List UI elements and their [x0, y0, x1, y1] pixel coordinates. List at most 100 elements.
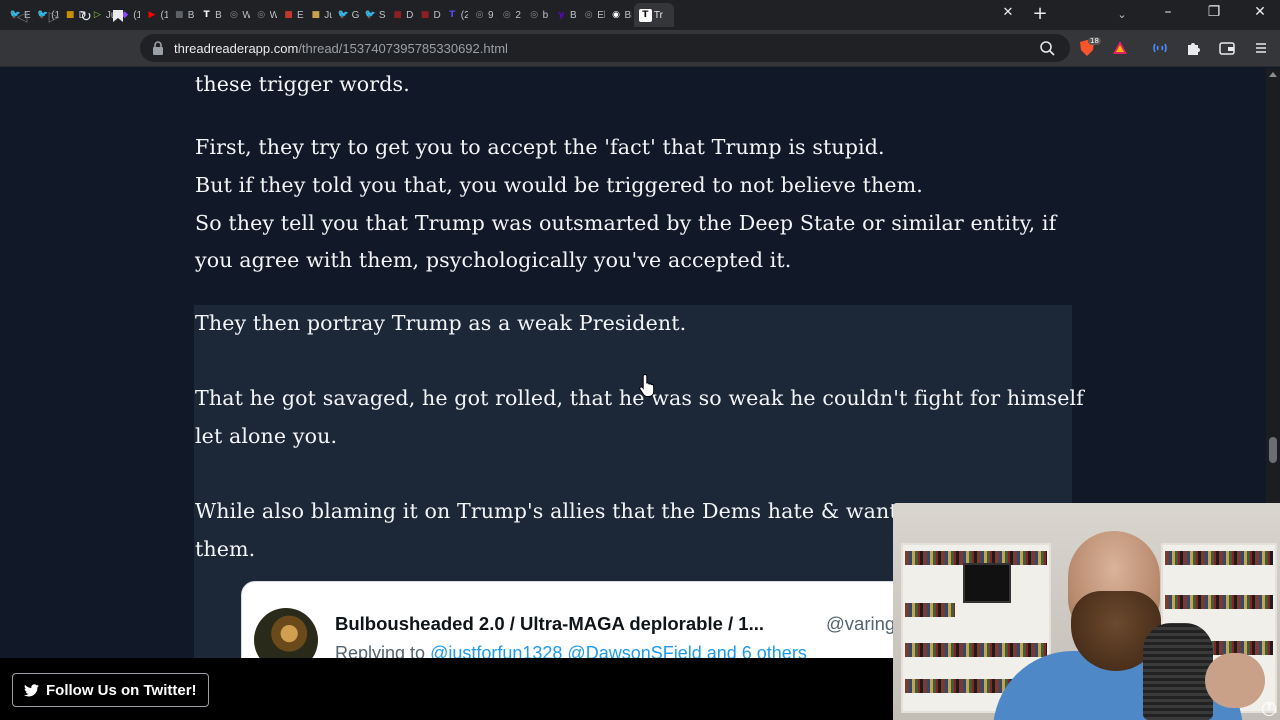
thread-text-line: you agree with them, psychologically you…: [195, 248, 792, 272]
yahoo-icon: y: [558, 10, 565, 20]
threadreader-icon: T: [638, 8, 652, 22]
tab-search-icon[interactable]: ⌄: [1113, 6, 1131, 24]
menu-icon[interactable]: [1252, 39, 1270, 57]
lock-icon[interactable]: [150, 40, 166, 56]
url-host: threadreaderapp.com: [174, 41, 299, 56]
url-path: /thread/1537407395785330692.html: [298, 41, 508, 56]
globe-icon: ◎: [475, 10, 484, 20]
url-text[interactable]: threadreaderapp.com/thread/1537407395785…: [174, 41, 508, 56]
tab-label: (2: [460, 9, 469, 21]
brave-badge: 18: [1088, 37, 1101, 45]
tab-label: Bi: [215, 9, 222, 21]
hand-cursor-icon: [639, 373, 655, 397]
browser-tab[interactable]: ◎ W: [222, 3, 250, 27]
tab-label: W: [269, 9, 277, 21]
truth-icon: T: [449, 10, 456, 20]
thread-text-line: So they tell you that Trump was outsmart…: [195, 211, 1057, 235]
tab-label: El: [597, 9, 604, 21]
site-icon: ■: [284, 10, 293, 20]
site-icon: ■: [393, 10, 402, 20]
window-close-icon[interactable]: ✕: [1249, 4, 1271, 26]
tab-label: W: [242, 9, 250, 21]
brave-shields-icon[interactable]: 18: [1078, 37, 1101, 57]
browser-tab-active[interactable]: T Tr: [633, 3, 674, 27]
tab-label: 9: [488, 9, 494, 21]
tab-label: (1: [160, 9, 168, 21]
minimize-icon[interactable]: –: [1157, 4, 1179, 26]
extensions-icon[interactable]: [1184, 39, 1202, 57]
browser-tab[interactable]: ■ D: [413, 3, 441, 27]
new-tab-button[interactable]: +: [1030, 4, 1050, 24]
browser-tab[interactable]: ■Bi: [168, 3, 195, 27]
follow-label: Follow Us on Twitter!: [46, 681, 197, 699]
tumblr-icon: T: [203, 10, 210, 20]
tab-label: E: [296, 9, 304, 21]
site-icon: ■: [420, 10, 430, 20]
close-tab-icon[interactable]: ✕: [1001, 6, 1015, 20]
restore-icon[interactable]: ❐: [1203, 4, 1225, 26]
webcam-overlay: [893, 503, 1280, 720]
tab-label: 2: [515, 9, 521, 21]
globe-icon: ◎: [257, 10, 266, 20]
browser-tab[interactable]: T (2: [441, 3, 468, 27]
browser-tab[interactable]: ◎ b: [523, 3, 550, 27]
thread-text-line: First, they try to get you to accept the…: [195, 135, 885, 159]
person-hand: [1205, 653, 1265, 708]
browser-tab[interactable]: 🐦 G: [332, 3, 359, 27]
browser-tab[interactable]: T Bi: [195, 3, 223, 27]
thread-text-line: While also blaming it on Trump's allies …: [195, 499, 917, 523]
browser-tab[interactable]: ◎ 9: [468, 3, 495, 27]
tab-label: D: [433, 9, 441, 21]
bookmark-icon[interactable]: [108, 9, 128, 29]
help-icon[interactable]: ?: [1262, 702, 1276, 716]
globe-icon: ◎: [502, 10, 511, 20]
brave-rewards-icon[interactable]: [1111, 39, 1129, 57]
tab-label: Ju: [324, 9, 331, 21]
youtube-icon: ▶: [148, 10, 156, 20]
scroll-up-arrow-icon[interactable]: [1269, 72, 1277, 77]
thread-text-line: They then portray Trump as a weak Presid…: [195, 311, 687, 335]
tweet-author-name[interactable]: Bulbousheaded 2.0 / Ultra-MAGA deplorabl…: [335, 613, 764, 635]
browser-tab[interactable]: ▶ (1: [140, 3, 168, 27]
browser-tab[interactable]: ■Ju: [304, 3, 332, 27]
follow-twitter-button[interactable]: Follow Us on Twitter!: [12, 673, 209, 707]
tab-label: Sc: [378, 9, 386, 21]
tab-label: Tr: [653, 9, 663, 21]
browser-tab[interactable]: ◉ Bi: [605, 3, 632, 27]
browser-tab[interactable]: ◎ El: [577, 3, 605, 27]
twitter-icon: 🐦: [364, 10, 376, 20]
tweet-author-handle[interactable]: @varing: [826, 613, 895, 635]
tab-label: Bi: [624, 9, 632, 21]
wallet-icon[interactable]: [1218, 39, 1236, 57]
tab-label: b: [542, 9, 549, 21]
forward-icon[interactable]: ▷: [44, 9, 64, 29]
tab-label: (1: [133, 9, 141, 21]
twitter-icon: [24, 683, 39, 696]
globe-icon: ◎: [584, 10, 593, 20]
back-icon[interactable]: ◁: [12, 9, 32, 29]
globe-icon: ◎: [229, 10, 238, 20]
microphone: [1143, 623, 1213, 720]
site-icon: ■: [175, 10, 184, 20]
tab-label: G: [351, 9, 359, 21]
thread-text-line: these trigger words.: [195, 72, 410, 96]
site-icon: ■: [65, 10, 75, 20]
thread-text-line: But if they told you that, you would be …: [195, 173, 923, 197]
browser-tab[interactable]: ◎ 2: [495, 3, 522, 27]
cbs-icon: ◉: [612, 10, 620, 20]
scrollbar-thumb[interactable]: [1269, 437, 1277, 463]
tab-label: Bi: [187, 9, 195, 21]
browser-tab[interactable]: ■ D: [386, 3, 413, 27]
media-extension-icon[interactable]: [1151, 39, 1169, 57]
browser-tab[interactable]: 🐦Sc: [359, 3, 386, 27]
browser-tab[interactable]: y Bi: [550, 3, 578, 27]
tab-list: 🐦Ec🐦(1■Di▷Ju◆(1▶(1■BiTBi◎W◎W■E■Ju🐦G🐦Sc■D…: [4, 3, 674, 27]
tab-label: Bi: [569, 9, 577, 21]
globe-icon: ◎: [530, 10, 539, 20]
browser-tab[interactable]: ◎ W: [250, 3, 277, 27]
thread-text-line: them.: [195, 537, 256, 561]
reload-icon[interactable]: ↻: [76, 9, 96, 29]
thread-text-line: let alone you.: [195, 424, 338, 448]
zoom-icon[interactable]: [1038, 39, 1056, 57]
browser-tab[interactable]: ■ E: [277, 3, 304, 27]
